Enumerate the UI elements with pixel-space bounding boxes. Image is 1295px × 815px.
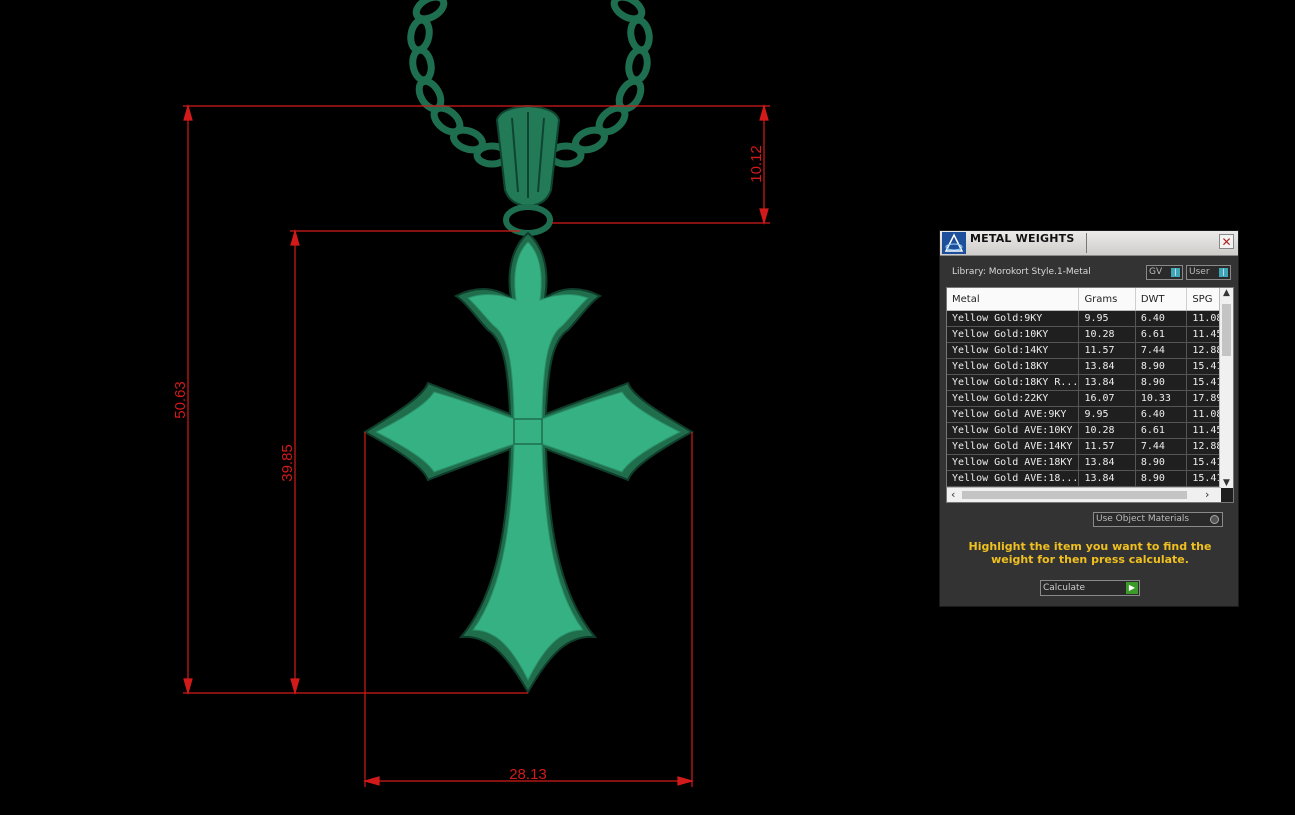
cell-grams: 13.84 [1078, 454, 1136, 471]
cell-metal: Yellow Gold:9KY [947, 310, 1080, 327]
table-row[interactable]: Yellow Gold:10KY 10.28 6.61 11.45 [947, 326, 1233, 343]
scroll-down-icon[interactable]: ▼ [1220, 478, 1233, 488]
chain-link [407, 16, 433, 54]
table-header-row: Metal Grams DWT SPG [947, 288, 1233, 311]
scroll-left-icon[interactable]: ‹ [951, 488, 955, 502]
cell-metal: Yellow Gold:10KY [947, 326, 1080, 343]
user-toggle-knob-icon: | [1219, 268, 1228, 277]
gv-label: GV [1149, 267, 1163, 277]
close-icon[interactable]: ✕ [1219, 234, 1234, 249]
cell-grams: 11.57 [1078, 342, 1136, 359]
bail-height-label: 10.12 [748, 145, 765, 183]
cell-grams: 16.07 [1078, 390, 1136, 407]
table-row[interactable]: Yellow Gold:18KY R... 13.84 8.90 15.41 [947, 374, 1233, 391]
gv-toggle[interactable]: GV | [1146, 265, 1183, 280]
cell-grams: 13.84 [1078, 470, 1136, 487]
bail [495, 104, 561, 236]
cell-dwt: 6.40 [1135, 310, 1188, 327]
metal-table[interactable]: Metal Grams DWT SPG Yellow Gold:9KY 9.95 6… [946, 287, 1234, 503]
total-height-label: 50.63 [172, 381, 189, 419]
cell-dwt: 10.33 [1135, 390, 1188, 407]
user-toggle[interactable]: User | [1186, 265, 1231, 280]
cross-height-label: 39.85 [279, 444, 296, 482]
cell-grams: 13.84 [1078, 358, 1136, 375]
panel-titlebar[interactable]: METAL WEIGHTS ✕ [940, 231, 1238, 256]
cross-pendant[interactable] [363, 231, 695, 695]
radio-icon[interactable] [1210, 515, 1219, 524]
hint-text: Highlight the item you want to find the … [968, 540, 1212, 566]
cell-dwt: 7.44 [1135, 342, 1188, 359]
table-row[interactable]: Yellow Gold AVE:18... 13.84 8.90 15.41 [947, 470, 1233, 487]
cell-metal: Yellow Gold AVE:10KY [947, 422, 1080, 439]
cell-dwt: 7.44 [1135, 438, 1188, 455]
cell-grams: 10.28 [1078, 422, 1136, 439]
calculate-button[interactable]: Calculate ▶ [1040, 580, 1140, 596]
table-row[interactable]: Yellow Gold:14KY 11.57 7.44 12.88 [947, 342, 1233, 359]
cell-metal: Yellow Gold AVE:14KY [947, 438, 1080, 455]
table-row[interactable]: Yellow Gold AVE:14KY 11.57 7.44 12.88 [947, 438, 1233, 455]
cell-grams: 9.95 [1078, 310, 1136, 327]
play-icon: ▶ [1126, 582, 1138, 594]
table-row[interactable]: Yellow Gold:18KY 13.84 8.90 15.41 [947, 358, 1233, 375]
column-header-grams[interactable]: Grams [1078, 288, 1136, 311]
cell-grams: 11.57 [1078, 438, 1136, 455]
scroll-up-icon[interactable]: ▲ [1220, 288, 1233, 298]
cell-metal: Yellow Gold:18KY R... [947, 374, 1080, 391]
library-label: Library: Morokort Style.1-Metal [952, 267, 1091, 277]
panel-title: METAL WEIGHTS [970, 232, 1075, 245]
vertical-scrollbar[interactable]: ▲ ▼ [1219, 288, 1233, 488]
metal-weights-panel: METAL WEIGHTS ✕ Library: Morokort Style.… [939, 230, 1239, 607]
cell-metal: Yellow Gold:18KY [947, 358, 1080, 375]
cell-dwt: 8.90 [1135, 470, 1188, 487]
cell-dwt: 8.90 [1135, 374, 1188, 391]
cell-metal: Yellow Gold:22KY [947, 390, 1080, 407]
horizontal-scrollbar[interactable]: ‹ › [947, 487, 1221, 502]
cell-metal: Yellow Gold AVE:18... [947, 470, 1080, 487]
title-separator [1086, 233, 1087, 253]
table-row[interactable]: Yellow Gold AVE:18KY 13.84 8.90 15.41 [947, 454, 1233, 471]
cell-grams: 9.95 [1078, 406, 1136, 423]
gv-toggle-knob-icon: | [1171, 268, 1180, 277]
cell-metal: Yellow Gold:14KY [947, 342, 1080, 359]
vertical-scroll-thumb[interactable] [1222, 304, 1231, 356]
column-header-metal[interactable]: Metal [947, 288, 1080, 311]
cell-dwt: 8.90 [1135, 358, 1188, 375]
table-row[interactable]: Yellow Gold AVE:10KY 10.28 6.61 11.45 [947, 422, 1233, 439]
chain-link [409, 46, 435, 84]
user-label: User [1189, 267, 1210, 277]
chain-link [625, 46, 651, 84]
metal-table-grid: Metal Grams DWT SPG Yellow Gold:9KY 9.95 6… [947, 288, 1233, 487]
cell-dwt: 8.90 [1135, 454, 1188, 471]
cell-metal: Yellow Gold AVE:9KY [947, 406, 1080, 423]
matrix-logo-icon [942, 232, 966, 254]
cross-width-label: 28.13 [509, 766, 547, 783]
horizontal-scroll-thumb[interactable] [962, 491, 1187, 499]
cell-dwt: 6.61 [1135, 326, 1188, 343]
scroll-right-icon[interactable]: › [1205, 488, 1209, 502]
table-row[interactable]: Yellow Gold AVE:9KY 9.95 6.40 11.08 [947, 406, 1233, 423]
cell-dwt: 6.61 [1135, 422, 1188, 439]
cell-dwt: 6.40 [1135, 406, 1188, 423]
calculate-label: Calculate [1043, 583, 1086, 593]
table-row[interactable]: Yellow Gold:22KY 16.07 10.33 17.89 [947, 390, 1233, 407]
cell-grams: 10.28 [1078, 326, 1136, 343]
use-object-materials-option[interactable]: Use Object Materials [1093, 512, 1223, 527]
column-header-dwt[interactable]: DWT [1135, 288, 1188, 311]
use-object-materials-label: Use Object Materials [1096, 514, 1190, 524]
table-row[interactable]: Yellow Gold:9KY 9.95 6.40 11.08 [947, 310, 1233, 327]
cell-grams: 13.84 [1078, 374, 1136, 391]
cell-metal: Yellow Gold AVE:18KY [947, 454, 1080, 471]
chain-link [627, 16, 653, 54]
